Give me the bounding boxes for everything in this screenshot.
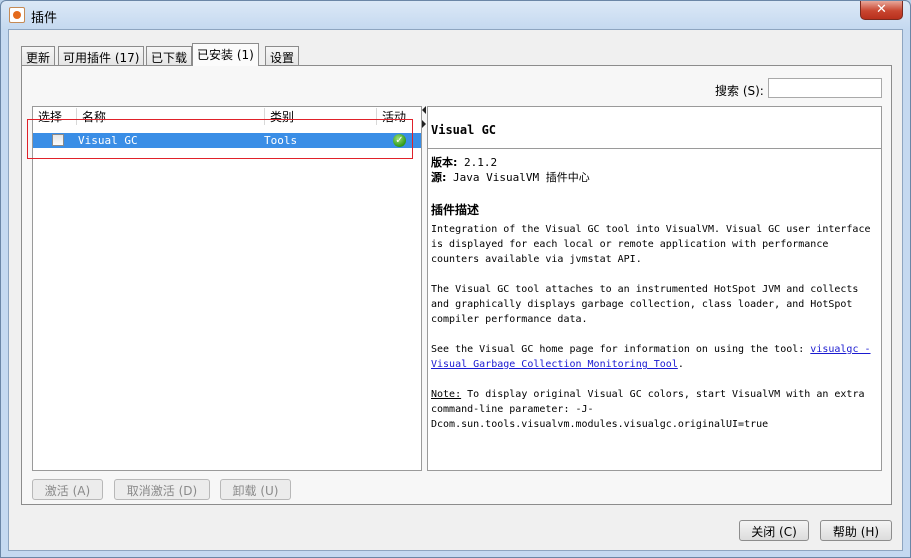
app-icon	[9, 7, 25, 23]
plugin-detail-panel: Visual GC 版本: 2.1.2 源: Java VisualVM 插件中…	[427, 106, 882, 471]
note-paragraph: Note: To display original Visual GC colo…	[431, 387, 876, 432]
homepage-text: See the Visual GC home page for informat…	[431, 344, 811, 355]
description-paragraph-1: Integration of the Visual GC tool into V…	[431, 224, 871, 265]
description-paragraph-3: See the Visual GC home page for informat…	[431, 342, 876, 372]
column-header-category[interactable]: 类别	[265, 108, 377, 125]
tab-downloaded[interactable]: 已下载	[146, 46, 193, 66]
select-checkbox[interactable]	[52, 134, 64, 146]
plugin-category: Tools	[264, 134, 298, 147]
expand-right-icon[interactable]	[422, 120, 426, 128]
plugin-list: 选择 名称 类别 活动 Visual GC Tools ✓	[27, 106, 422, 471]
version-line: 版本: 2.1.2	[431, 155, 876, 170]
plugins-window: 插件 ✕ 更新 可用插件 (17) 已下载 已安装 (1) 设置 搜索 (S):…	[0, 0, 911, 558]
search-input[interactable]	[768, 78, 882, 98]
window-title: 插件	[31, 11, 58, 26]
dialog-body: 更新 可用插件 (17) 已下载 已安装 (1) 设置 搜索 (S): 选择 名…	[8, 29, 903, 551]
search-label: 搜索 (S):	[715, 84, 764, 98]
note-text: To display original Visual GC colors, st…	[431, 389, 865, 430]
source-line: 源: Java VisualVM 插件中心	[431, 170, 876, 185]
detail-title: Visual GC	[431, 123, 497, 137]
collapse-left-icon[interactable]	[422, 106, 426, 114]
plugin-name: Visual GC	[78, 134, 138, 147]
column-header-name[interactable]: 名称	[77, 108, 265, 125]
title-bar[interactable]: 插件 ✕	[1, 1, 910, 29]
tab-installed[interactable]: 已安装 (1)	[192, 43, 259, 66]
table-header: 选择 名称 类别 活动	[33, 107, 421, 125]
homepage-suffix: .	[677, 359, 684, 370]
detail-body: 版本: 2.1.2 源: Java VisualVM 插件中心 插件描述 Int…	[431, 155, 876, 447]
column-header-active[interactable]: 活动	[377, 108, 421, 125]
source-label: 源:	[431, 171, 447, 184]
column-header-select[interactable]: 选择	[33, 108, 77, 125]
activate-button[interactable]: 激活 (A)	[32, 479, 103, 500]
active-check-icon: ✓	[393, 134, 406, 147]
description-title: 插件描述	[431, 203, 480, 217]
tab-settings[interactable]: 设置	[265, 46, 300, 66]
description-paragraph-2: The Visual GC tool attaches to an instru…	[431, 284, 859, 325]
detail-header: Visual GC	[428, 107, 881, 149]
deactivate-button[interactable]: 取消激活 (D)	[114, 479, 210, 500]
source-value: Java VisualVM 插件中心	[453, 171, 590, 184]
installed-tab-panel: 搜索 (S): 选择 名称 类别 活动 Visual GC Tools ✓ Vi…	[21, 65, 892, 505]
close-button[interactable]: 关闭 (C)	[739, 520, 809, 541]
tab-available-plugins[interactable]: 可用插件 (17)	[58, 46, 145, 66]
version-value: 2.1.2	[464, 156, 498, 169]
help-button[interactable]: 帮助 (H)	[820, 520, 892, 541]
uninstall-button[interactable]: 卸载 (U)	[220, 479, 291, 500]
version-label: 版本:	[431, 156, 458, 169]
table-row[interactable]: Visual GC Tools ✓	[33, 133, 421, 148]
tab-updates[interactable]: 更新	[21, 46, 56, 66]
note-label: Note:	[431, 389, 462, 400]
close-window-button[interactable]: ✕	[860, 1, 903, 20]
